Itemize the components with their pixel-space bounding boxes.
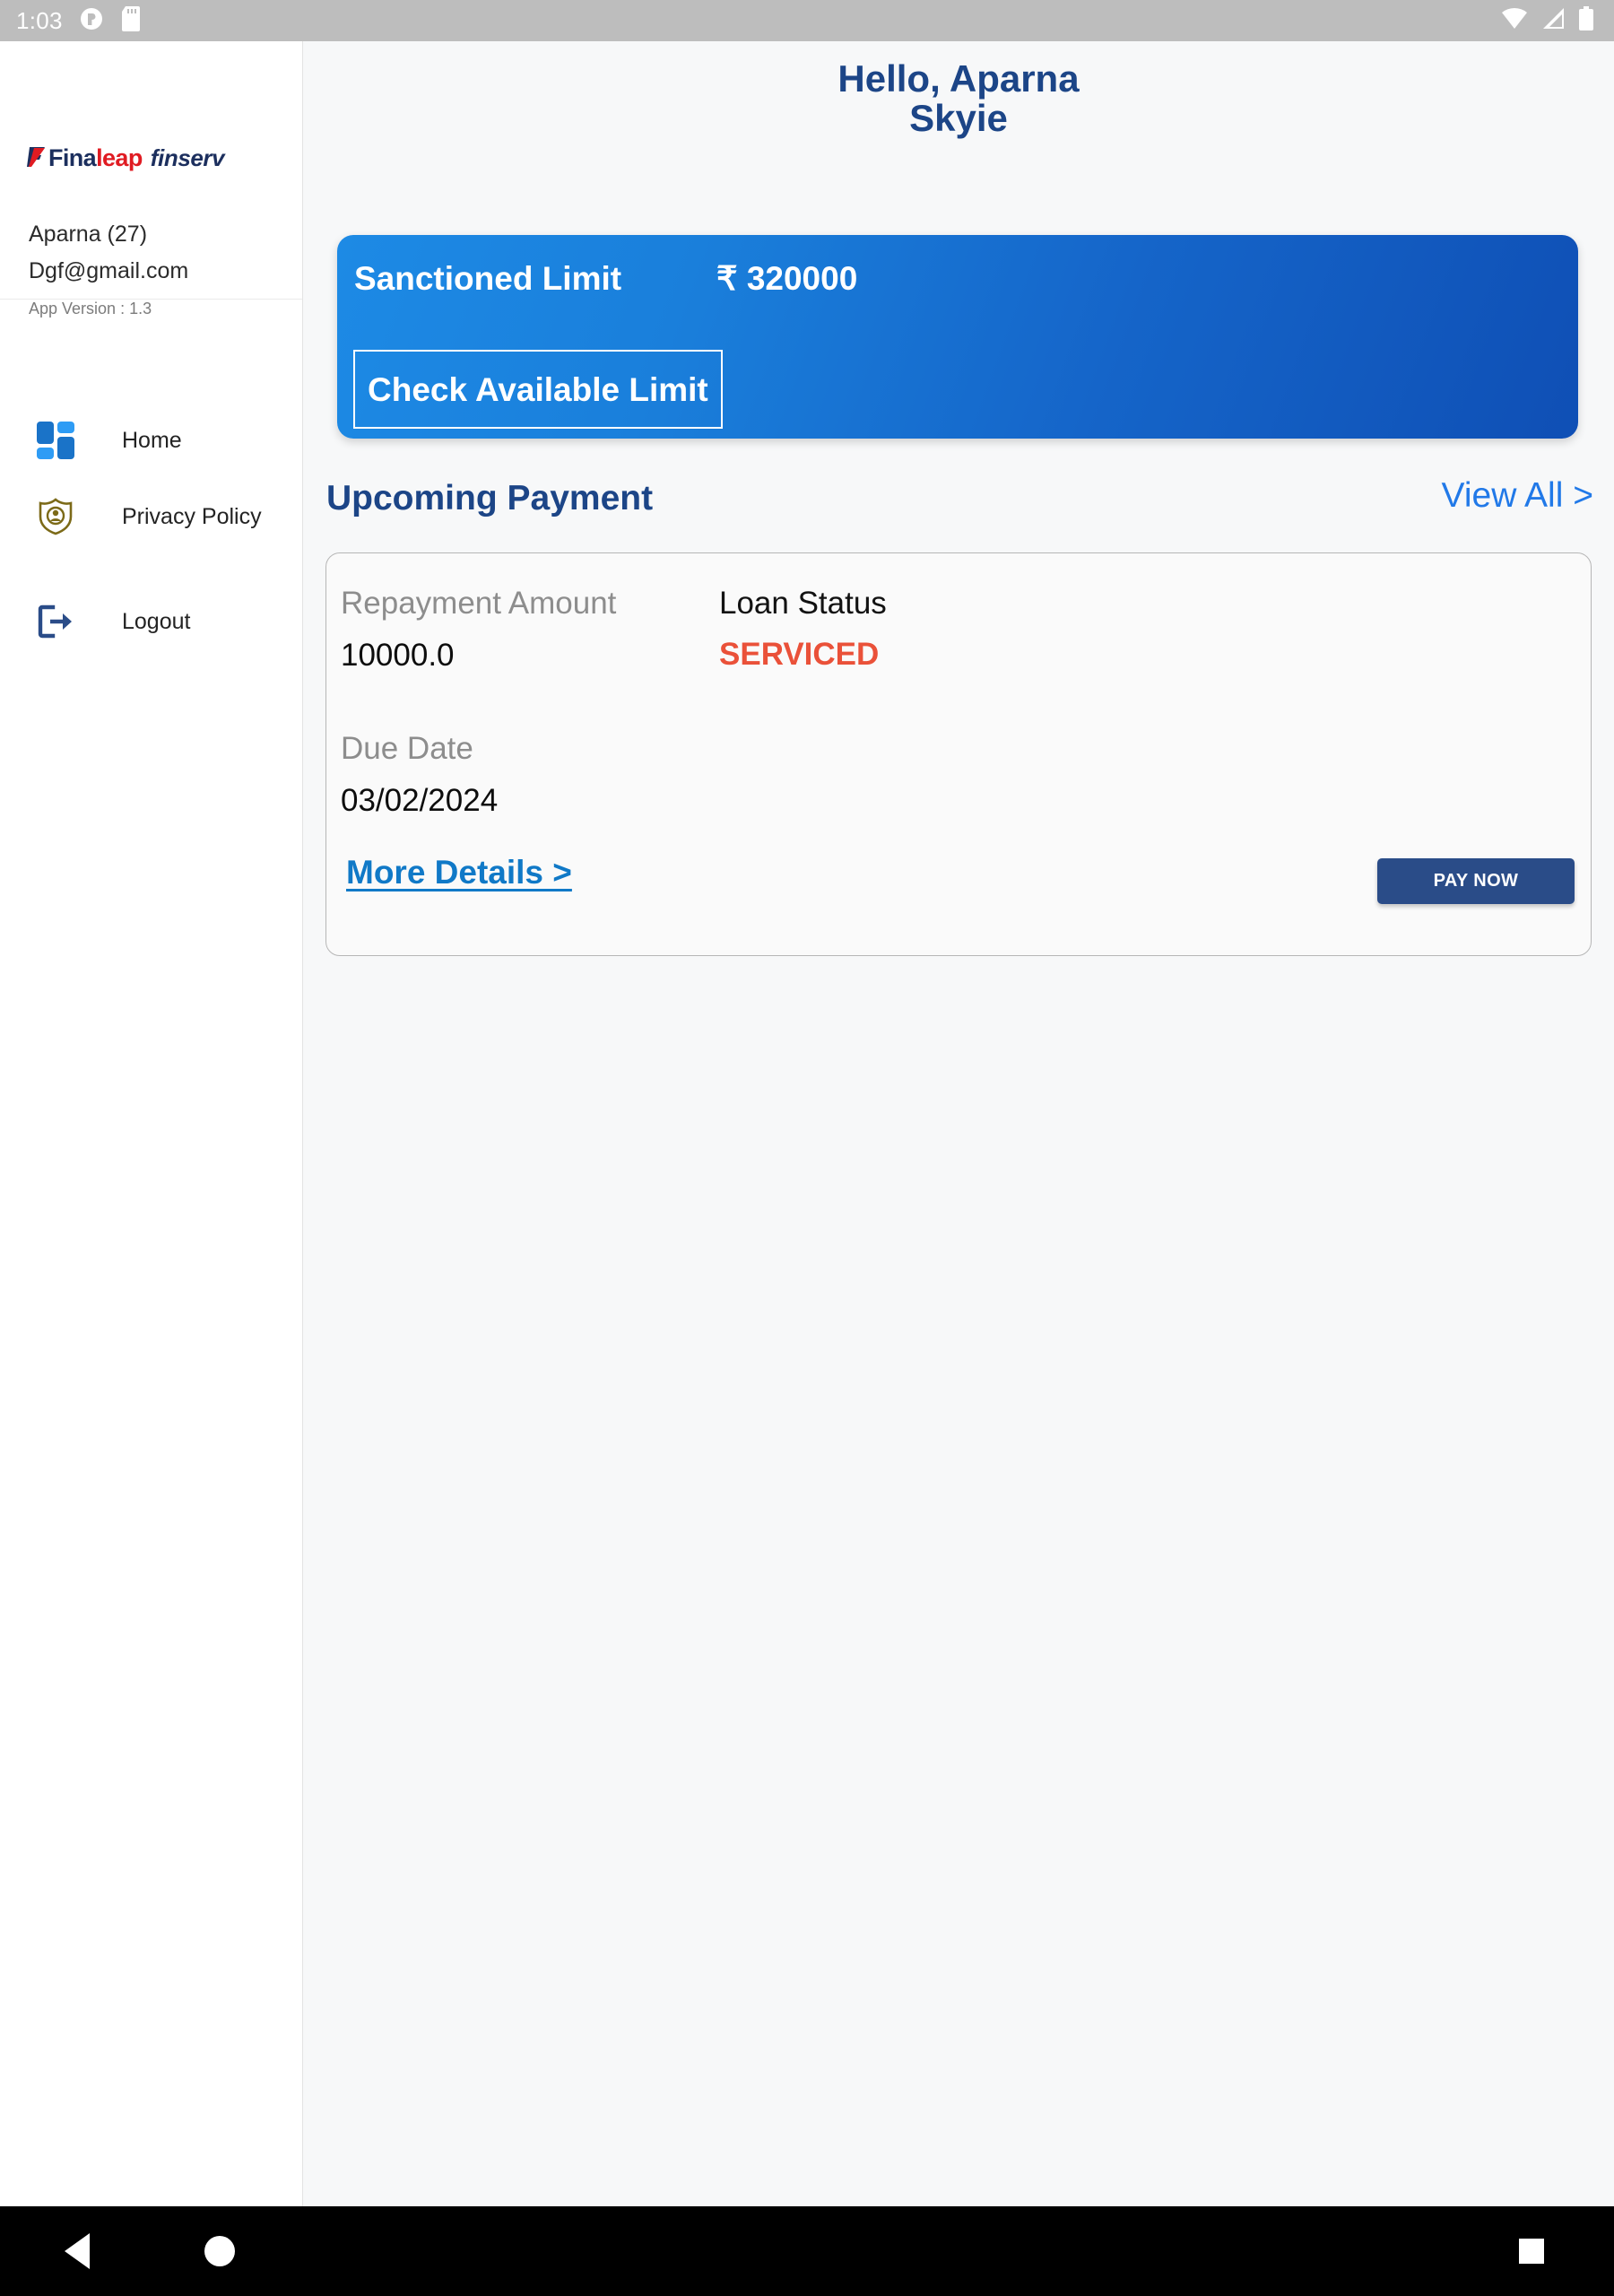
- repayment-amount-label: Repayment Amount: [341, 586, 617, 621]
- app-notification-icon: [79, 6, 104, 36]
- view-all-link[interactable]: View All >: [1442, 478, 1593, 513]
- cellular-signal-icon: [1540, 7, 1566, 35]
- sanctioned-limit-card: Sanctioned Limit ₹ 320000 Check Availabl…: [337, 235, 1578, 439]
- drawer-header: Fina leap finserv Aparna (27) Dgf@gmail.…: [0, 41, 302, 317]
- sd-card-icon: [120, 5, 142, 37]
- upcoming-payment-card: Repayment Amount 10000.0 Due Date 03/02/…: [325, 552, 1592, 956]
- sanctioned-limit-value: ₹ 320000: [716, 260, 858, 297]
- main-content: Hello, Aparna Skyie Sanctioned Limit ₹ 3…: [303, 41, 1614, 2206]
- due-date-label: Due Date: [341, 731, 473, 766]
- sidebar-item-logout[interactable]: Logout: [0, 596, 302, 647]
- back-triangle-icon[interactable]: [65, 2233, 90, 2269]
- wifi-icon: [1501, 7, 1528, 35]
- pay-now-button[interactable]: PAY NOW: [1377, 858, 1575, 904]
- status-bar: 1:03: [0, 0, 1614, 41]
- finaleap-mark-icon: [27, 145, 47, 169]
- upcoming-payment-heading: Upcoming Payment: [326, 479, 654, 517]
- sidebar-item-label-privacy-policy: Privacy Policy: [122, 503, 262, 529]
- sidebar-item-privacy-policy[interactable]: Privacy Policy: [0, 482, 302, 552]
- status-badge: SERVICED: [719, 637, 880, 672]
- sidebar-item-label-logout: Logout: [122, 608, 191, 634]
- user-name: Aparna (27): [29, 222, 148, 247]
- repayment-amount-value: 10000.0: [341, 638, 455, 673]
- more-details-link[interactable]: More Details >: [346, 856, 572, 889]
- page-title: Hello, Aparna Skyie: [303, 57, 1614, 140]
- status-bar-clock: 1:03: [16, 7, 63, 34]
- android-navigation-bar: [0, 2206, 1614, 2296]
- battery-icon: [1578, 5, 1594, 36]
- due-date-value: 03/02/2024: [341, 783, 499, 818]
- brand-logo-part1: Fina: [48, 144, 97, 171]
- home-circle-icon[interactable]: [204, 2236, 235, 2266]
- sidebar-item-home[interactable]: Home: [0, 415, 302, 465]
- brand-logo-part3: finserv: [150, 144, 225, 171]
- status-bar-right: [1501, 5, 1594, 36]
- loan-status-label: Loan Status: [719, 586, 887, 621]
- greeting-line-1: Hello, Aparna: [837, 57, 1080, 100]
- check-available-limit-button[interactable]: Check Available Limit: [353, 350, 723, 429]
- logout-arrow-icon: [34, 600, 77, 643]
- app-version-label: App Version : 1.3: [29, 300, 152, 317]
- status-bar-left: 1:03: [16, 5, 142, 37]
- dashboard-grid-icon: [34, 419, 77, 462]
- greeting-line-2: Skyie: [909, 97, 1008, 140]
- back-triangle-shape: [65, 2233, 90, 2269]
- shield-person-icon: [34, 495, 77, 538]
- user-email: Dgf@gmail.com: [29, 258, 189, 283]
- recents-square-icon[interactable]: [1519, 2239, 1544, 2264]
- brand-logo: Fina leap finserv: [27, 143, 225, 171]
- brand-logo-part2: leap: [96, 144, 143, 171]
- sanctioned-limit-label: Sanctioned Limit: [354, 260, 622, 297]
- sidebar-item-label-home: Home: [122, 427, 182, 453]
- navigation-drawer: Fina leap finserv Aparna (27) Dgf@gmail.…: [0, 41, 303, 2206]
